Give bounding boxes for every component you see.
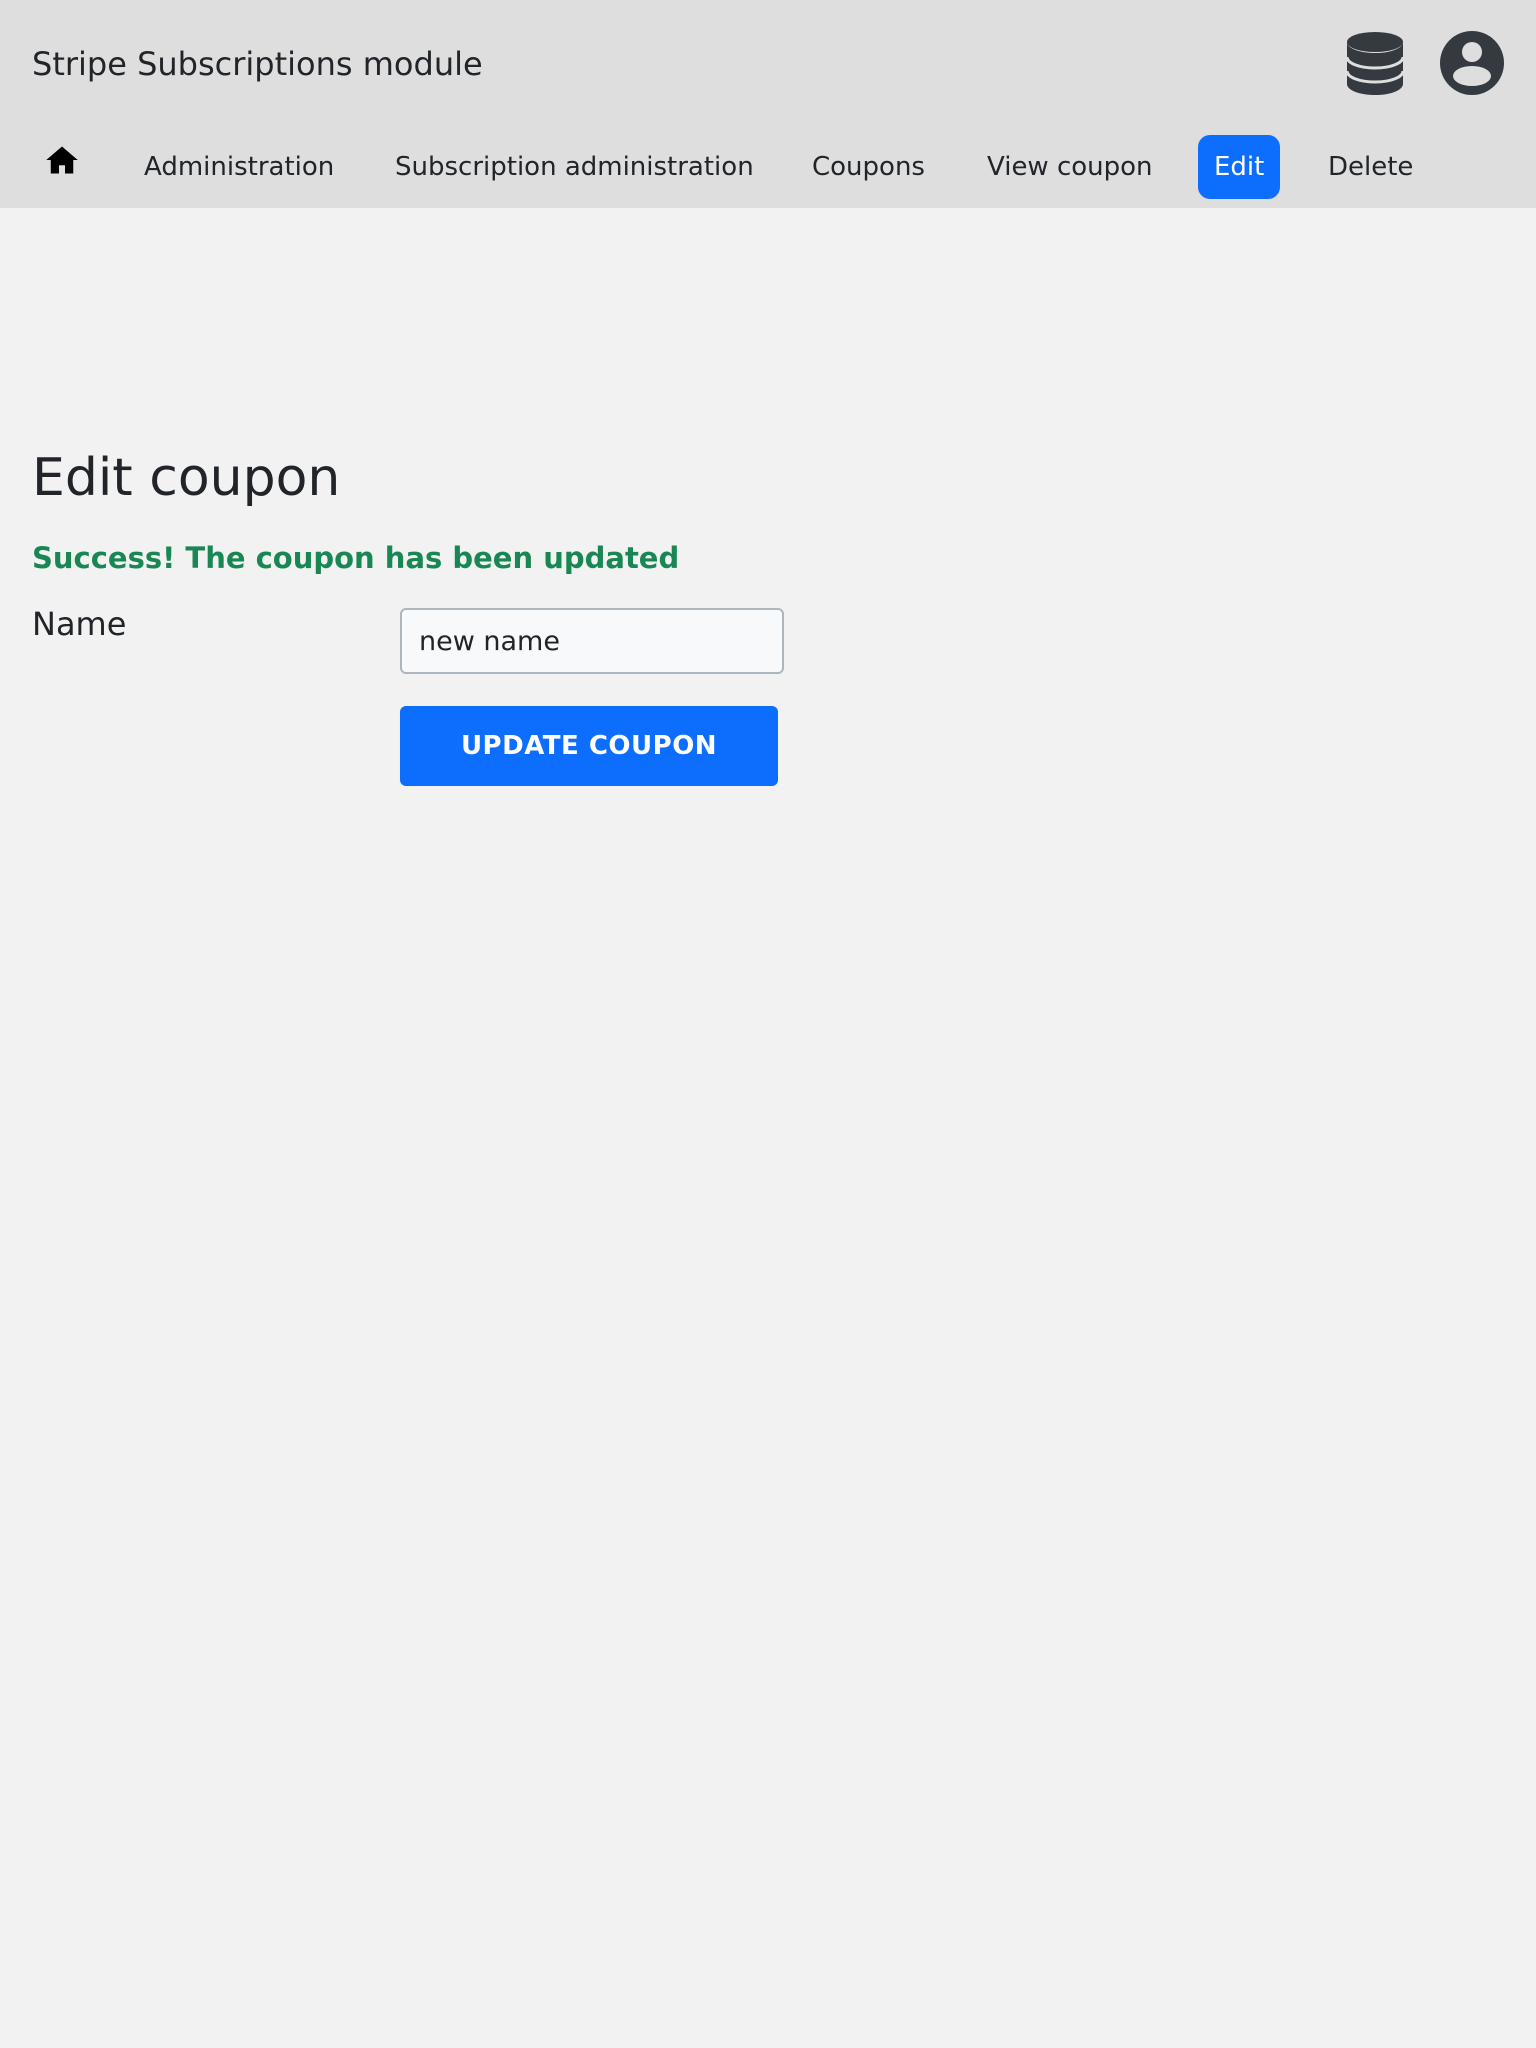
home-icon[interactable] (44, 142, 84, 192)
user-account-icon[interactable] (1439, 30, 1505, 96)
nav-item-subscription-administration[interactable]: Subscription administration (395, 135, 754, 199)
nav-item-edit[interactable]: Edit (1198, 135, 1281, 199)
name-label: Name (32, 605, 127, 643)
update-coupon-button[interactable]: UPDATE COUPON (400, 706, 778, 786)
success-message: Success! The coupon has been updated (32, 541, 680, 575)
nav-item-coupons[interactable]: Coupons (812, 135, 925, 199)
nav-item-view-coupon[interactable]: View coupon (987, 135, 1153, 199)
nav-item-administration[interactable]: Administration (144, 135, 334, 199)
app-header: Stripe Subscriptions module Administrati… (0, 0, 1536, 208)
name-input[interactable] (400, 608, 784, 674)
page-title: Edit coupon (32, 448, 341, 508)
nav-item-delete[interactable]: Delete (1328, 135, 1413, 199)
app-title: Stripe Subscriptions module (32, 45, 483, 83)
database-icon[interactable] (1344, 30, 1406, 96)
breadcrumb-nav: Administration Subscription administrati… (0, 126, 1536, 199)
